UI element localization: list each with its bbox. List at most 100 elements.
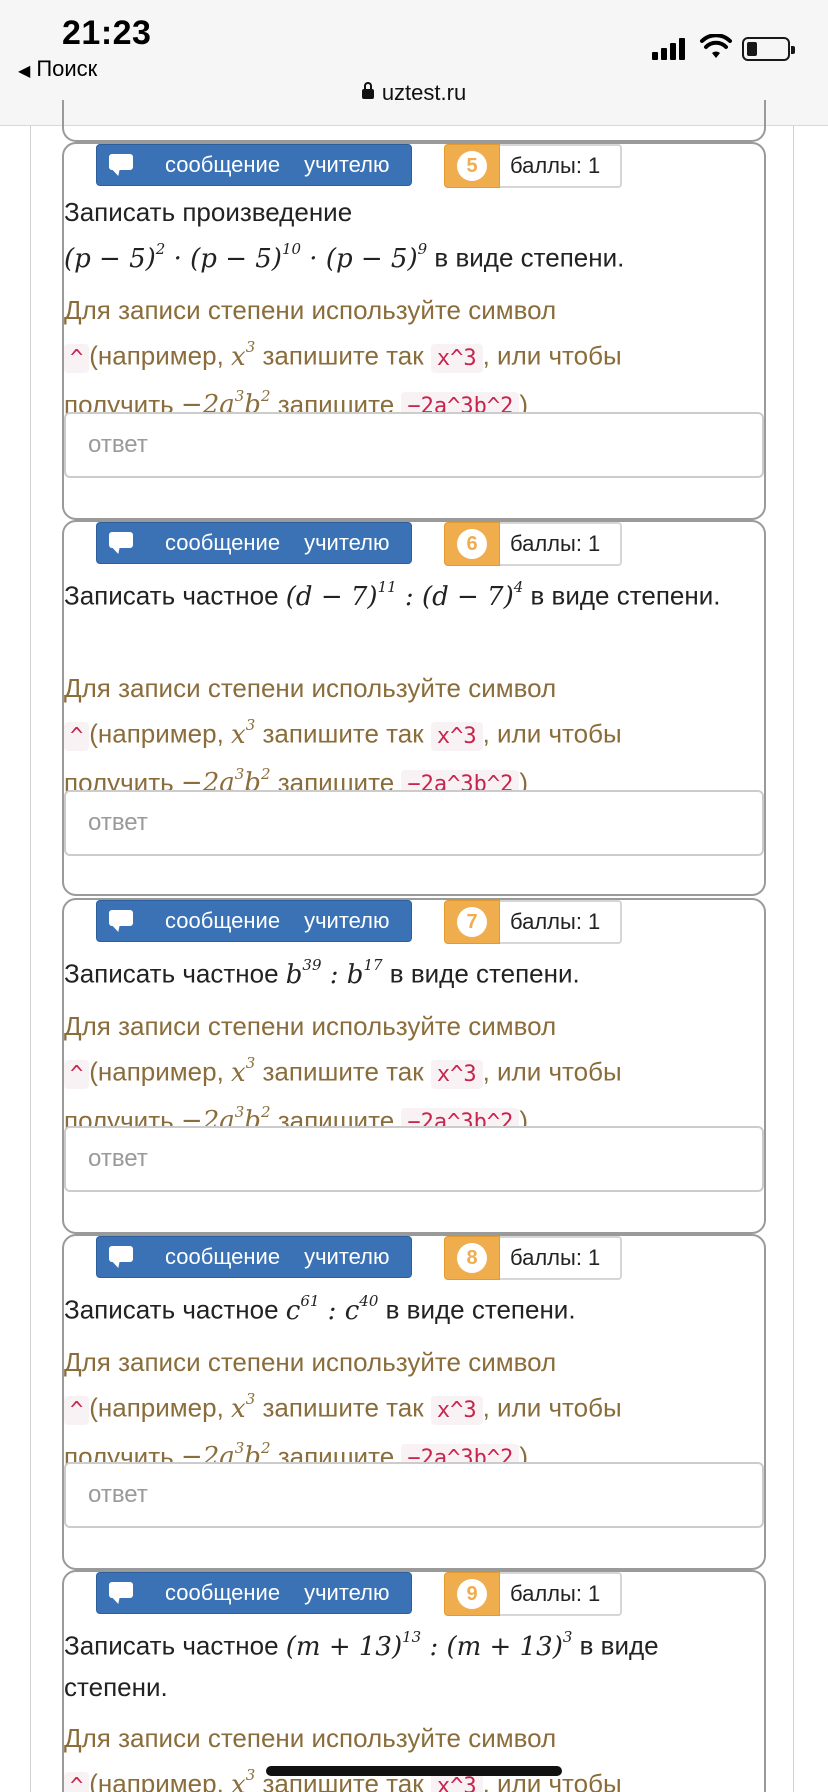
question-suffix: в виде степени. [389, 958, 580, 989]
question-prefix: Записать частное [64, 1630, 279, 1661]
message-teacher-button[interactable]: сообщение учителю [96, 522, 412, 564]
message-label: сообщение [165, 152, 281, 177]
hint-text: (например, [89, 1768, 224, 1792]
task-number: 7 [457, 907, 487, 937]
message-teacher-button[interactable]: сообщение учителю [96, 144, 412, 186]
answer-input[interactable] [64, 1462, 764, 1528]
hint-text: Для записи степени используйте символ [64, 1011, 557, 1041]
question-suffix: в виде степени. [530, 580, 721, 611]
message-label: сообщение [165, 1580, 281, 1605]
hint-text: (например, [89, 718, 224, 749]
lock-icon [361, 82, 374, 99]
math-expression: (d − 7)11 : (d − 7)4 [285, 578, 524, 612]
math-expression: (p − 5)2 · (p − 5)10 · (p − 5)9 [64, 240, 428, 274]
message-label: сообщение [165, 530, 281, 555]
question-prefix: Записать частное [64, 1294, 279, 1325]
math-expression: (m + 13)13 : (m + 13)3 [285, 1628, 573, 1662]
previous-task-card-edge [62, 100, 766, 142]
math-expression: b39 : b17 [285, 956, 383, 990]
question-suffix: в виде степени. [385, 1294, 576, 1325]
example-code: x^3 [430, 1059, 483, 1089]
back-to-search-link[interactable]: ◀ Поиск [18, 56, 97, 82]
message-teacher-button[interactable]: сообщение учителю [96, 900, 412, 942]
battery-icon [742, 37, 795, 61]
answer-input[interactable] [64, 790, 764, 856]
caret-code: ^ [64, 1395, 90, 1425]
points-label: баллы: 1 [500, 1236, 622, 1280]
hint-text: , или чтобы [482, 718, 622, 749]
message-label: учителю [304, 1580, 390, 1605]
message-label: учителю [304, 908, 390, 933]
hint-text: (например, [89, 340, 224, 371]
caret-code: ^ [64, 721, 90, 751]
hint-text: запишите так [262, 1056, 424, 1087]
points-label: баллы: 1 [500, 1572, 622, 1616]
hint-text: запишите так [262, 340, 424, 371]
task-question: Записать частное b39 : b17 в виде степен… [64, 948, 754, 995]
task-number: 6 [457, 529, 487, 559]
task-card: сообщение учителю 7 баллы: 1 Записать ча… [62, 898, 766, 1234]
answer-input[interactable] [64, 412, 764, 478]
hint-text: запишите так [262, 1392, 424, 1423]
task-number-badge: 6 [444, 522, 500, 566]
back-triangle-icon: ◀ [18, 63, 31, 80]
task-question: Записать частное (m + 13)13 : (m + 13)3 … [64, 1620, 754, 1707]
task-question: Записать частное c61 : c40 в виде степен… [64, 1284, 754, 1331]
comment-icon [109, 910, 133, 926]
hint-text: Для записи степени используйте символ [64, 1723, 557, 1753]
power-hint: Для записи степени используйте символ ^(… [64, 295, 622, 422]
page-frame-right [793, 126, 794, 1792]
comment-icon [109, 1246, 133, 1262]
example-code: x^3 [430, 1395, 483, 1425]
power-hint: Для записи степени используйте символ ^(… [64, 1347, 622, 1474]
task-number: 8 [457, 1243, 487, 1273]
caret-code: ^ [64, 1771, 90, 1792]
hint-text: , или чтобы [482, 340, 622, 371]
hint-text: Для записи степени используйте символ [64, 1347, 557, 1377]
task-number-badge: 5 [444, 144, 500, 188]
message-teacher-button[interactable]: сообщение учителю [96, 1572, 412, 1614]
hint-text: (например, [89, 1056, 224, 1087]
example-code: x^3 [430, 343, 483, 373]
task-card: сообщение учителю 9 баллы: 1 Записать ча… [62, 1570, 766, 1792]
hint-text: , или чтобы [482, 1056, 622, 1087]
task-number-badge: 8 [444, 1236, 500, 1280]
wifi-icon [700, 34, 732, 58]
task-number: 5 [457, 151, 487, 181]
caret-code: ^ [64, 1059, 90, 1089]
task-card: сообщение учителю 6 баллы: 1 Записать ча… [62, 520, 766, 896]
hint-text: (например, [89, 1392, 224, 1423]
power-hint: Для записи степени используйте символ ^(… [64, 1011, 622, 1138]
task-number: 9 [457, 1579, 487, 1609]
back-label: Поиск [36, 56, 98, 81]
page-frame-left [30, 126, 31, 1792]
question-prefix: Записать частное [64, 580, 279, 611]
home-indicator[interactable] [266, 1766, 562, 1776]
points-label: баллы: 1 [500, 144, 622, 188]
question-prefix: Записать частное [64, 958, 279, 989]
message-teacher-button[interactable]: сообщение учителю [96, 1236, 412, 1278]
comment-icon [109, 154, 133, 170]
task-number-badge: 9 [444, 1572, 500, 1616]
points-label: баллы: 1 [500, 522, 622, 566]
message-label: учителю [304, 1244, 390, 1269]
message-label: учителю [304, 530, 390, 555]
hint-text: Для записи степени используйте символ [64, 673, 557, 703]
question-prefix: Записать произведение [64, 197, 353, 227]
cellular-signal-icon [652, 36, 688, 60]
power-hint: Для записи степени используйте символ ^(… [64, 1718, 754, 1792]
power-hint: Для записи степени используйте символ ^(… [64, 673, 622, 800]
task-number-badge: 7 [444, 900, 500, 944]
hint-text: Для записи степени используйте символ [64, 295, 557, 325]
example-code: x^3 [430, 721, 483, 751]
task-question: Записать частное (d − 7)11 : (d − 7)4 в … [64, 570, 754, 617]
message-label: сообщение [165, 908, 281, 933]
hint-text: , или чтобы [482, 1392, 622, 1423]
comment-icon [109, 532, 133, 548]
answer-input[interactable] [64, 1126, 764, 1192]
question-suffix: в виде степени. [434, 242, 625, 273]
math-expression: c61 : c40 [285, 1292, 379, 1326]
hint-text: запишите так [262, 718, 424, 749]
caret-code: ^ [64, 343, 90, 373]
message-label: сообщение [165, 1244, 281, 1269]
